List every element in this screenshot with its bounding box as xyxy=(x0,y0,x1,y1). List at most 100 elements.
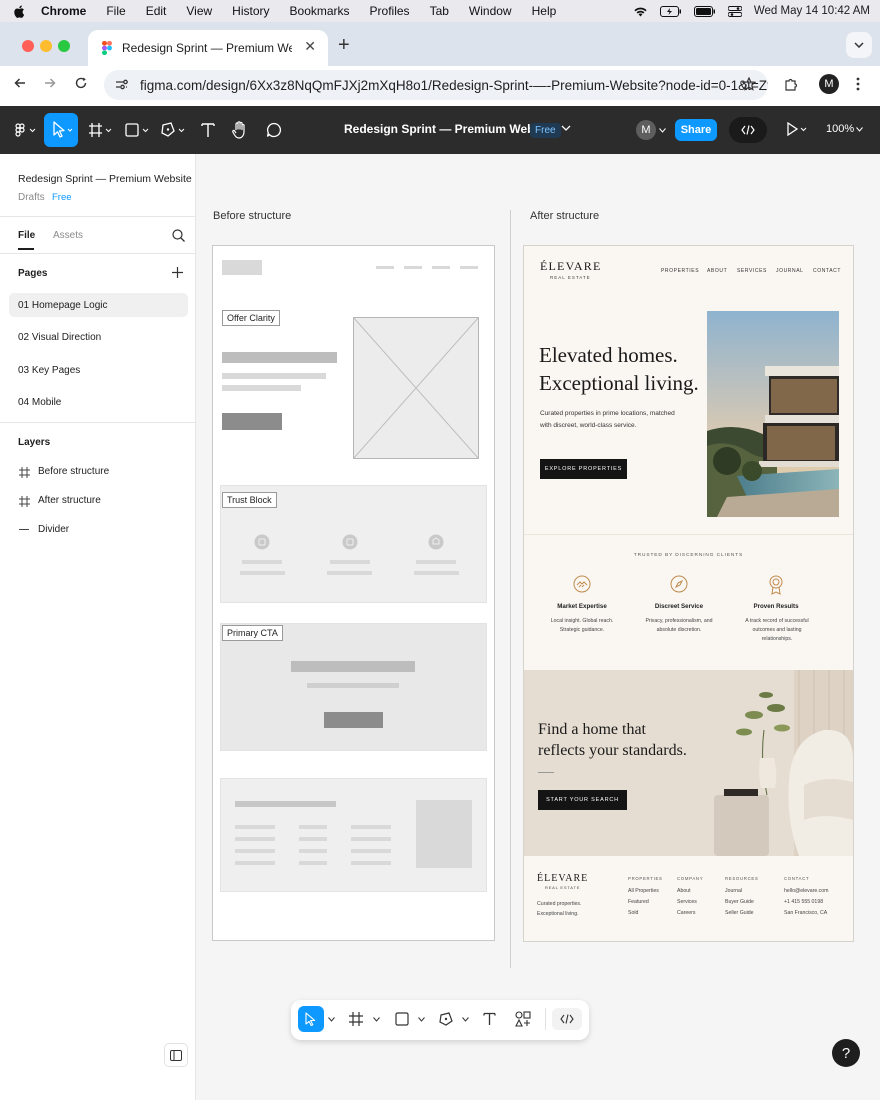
menu-file[interactable]: File xyxy=(106,4,125,18)
new-tab-button[interactable]: + xyxy=(338,34,350,57)
panel-file-name[interactable]: Redesign Sprint — Premium Website xyxy=(18,173,192,185)
footer-link-about[interactable]: About xyxy=(677,887,691,896)
file-location[interactable]: Drafts xyxy=(18,192,45,203)
layer-divider[interactable]: Divider xyxy=(38,524,69,535)
hand-tool-icon[interactable] xyxy=(232,118,248,142)
menu-app-chrome[interactable]: Chrome xyxy=(41,4,86,18)
panel-layout-toggle-icon[interactable] xyxy=(164,1043,188,1067)
explore-properties-button[interactable]: EXPLORE PROPERTIES xyxy=(540,459,627,479)
nav-journal[interactable]: JOURNAL xyxy=(776,268,804,274)
layer-before-structure[interactable]: Before structure xyxy=(38,466,109,477)
maximize-window-button[interactable] xyxy=(58,40,70,52)
page-item-visual-direction[interactable]: 02 Visual Direction xyxy=(18,332,101,343)
text-tool-icon[interactable] xyxy=(201,118,215,142)
tab-search-button[interactable] xyxy=(846,32,872,58)
chevron-down-icon[interactable] xyxy=(418,1017,425,1022)
move-tool-button-bottom[interactable] xyxy=(298,1006,324,1032)
nav-properties[interactable]: PROPERTIES xyxy=(661,268,699,274)
pen-tool-icon[interactable] xyxy=(161,118,187,142)
pen-tool-icon[interactable] xyxy=(439,1012,454,1026)
present-play-icon[interactable] xyxy=(786,122,808,136)
apple-icon[interactable] xyxy=(14,5,25,18)
user-avatar[interactable]: M xyxy=(636,120,656,140)
start-your-search-button[interactable]: START YOUR SEARCH xyxy=(538,790,627,810)
footer-link-journal[interactable]: Journal xyxy=(725,887,742,896)
after-structure-label[interactable]: After structure xyxy=(530,210,599,222)
tab-assets[interactable]: Assets xyxy=(53,230,83,241)
figma-main-menu-icon[interactable] xyxy=(15,118,37,142)
before-structure-label[interactable]: Before structure xyxy=(213,210,291,222)
menu-tab[interactable]: Tab xyxy=(430,4,449,18)
footer-link-careers[interactable]: Careers xyxy=(677,909,695,918)
site-settings-icon[interactable] xyxy=(115,78,128,91)
panel-plan-badge[interactable]: Free xyxy=(52,192,72,203)
menu-profiles[interactable]: Profiles xyxy=(370,4,410,18)
menu-help[interactable]: Help xyxy=(532,4,557,18)
footer-contact-phone[interactable]: +1 415 555 0198 xyxy=(784,898,823,907)
footer-link-services[interactable]: Services xyxy=(677,898,697,907)
footer-contact-email[interactable]: hello@elevare.com xyxy=(784,887,828,896)
reload-icon[interactable] xyxy=(75,77,87,89)
forward-arrow-icon[interactable] xyxy=(44,77,56,89)
dev-mode-button[interactable] xyxy=(552,1008,582,1030)
add-page-plus-icon[interactable] xyxy=(172,267,183,278)
chrome-menu-icon[interactable] xyxy=(856,77,860,91)
file-title[interactable]: Redesign Sprint — Premium Website xyxy=(344,122,555,136)
battery-charging-icon[interactable] xyxy=(659,5,682,17)
page-item-mobile[interactable]: 04 Mobile xyxy=(18,397,61,408)
rectangle-tool-icon[interactable] xyxy=(395,1012,409,1026)
zoom-chevron-icon[interactable] xyxy=(856,127,863,132)
search-icon[interactable] xyxy=(172,229,185,242)
footer-logo[interactable]: ÉLEVARE xyxy=(537,873,588,884)
chevron-down-icon[interactable] xyxy=(328,1017,335,1022)
menu-view[interactable]: View xyxy=(186,4,212,18)
back-arrow-icon[interactable] xyxy=(14,77,26,89)
profile-avatar[interactable]: M xyxy=(819,74,839,94)
move-tool-button[interactable] xyxy=(44,113,78,147)
frame-tool-icon[interactable] xyxy=(88,118,114,142)
plan-badge[interactable]: Free xyxy=(530,123,561,138)
wifi-icon[interactable] xyxy=(633,6,648,17)
resources-shapes-icon[interactable] xyxy=(515,1011,531,1027)
chevron-down-icon[interactable] xyxy=(373,1017,380,1022)
url-text[interactable]: figma.com/design/6Xx3z8NqQmFJXj2mXqH8o1/… xyxy=(140,78,768,93)
frame-tool-icon[interactable] xyxy=(349,1012,363,1026)
tag-trust-block[interactable]: Trust Block xyxy=(222,492,277,508)
menu-window[interactable]: Window xyxy=(469,4,512,18)
help-button[interactable]: ? xyxy=(832,1039,860,1067)
control-center-icon[interactable] xyxy=(727,5,742,17)
divider-line[interactable] xyxy=(510,210,511,968)
nav-services[interactable]: SERVICES xyxy=(737,268,767,274)
layer-after-structure[interactable]: After structure xyxy=(38,495,101,506)
comment-tool-icon[interactable] xyxy=(266,118,282,142)
page-item-key-pages[interactable]: 03 Key Pages xyxy=(18,365,80,376)
tab-file[interactable]: File xyxy=(18,230,35,241)
footer-link-all-properties[interactable]: All Properties xyxy=(628,887,659,896)
footer-link-sold[interactable]: Sold xyxy=(628,909,638,918)
page-item-homepage-logic[interactable]: 01 Homepage Logic xyxy=(18,300,108,311)
nav-contact[interactable]: CONTACT xyxy=(813,268,841,274)
address-bar[interactable]: figma.com/design/6Xx3z8NqQmFJXj2mXqH8o1/… xyxy=(104,70,768,100)
text-tool-icon[interactable] xyxy=(483,1012,496,1026)
nav-about[interactable]: ABOUT xyxy=(707,268,727,274)
close-tab-icon[interactable]: ✕ xyxy=(304,38,316,55)
chevron-down-icon[interactable] xyxy=(561,125,571,131)
menubar-clock[interactable]: Wed May 14 10:42 AM xyxy=(754,5,870,17)
close-window-button[interactable] xyxy=(22,40,34,52)
extensions-puzzle-icon[interactable] xyxy=(784,77,798,91)
menu-edit[interactable]: Edit xyxy=(146,4,167,18)
tag-offer-clarity[interactable]: Offer Clarity xyxy=(222,310,280,326)
tag-primary-cta[interactable]: Primary CTA xyxy=(222,625,283,641)
bookmark-star-icon[interactable] xyxy=(742,77,756,91)
footer-link-buyer-guide[interactable]: Buyer Guide xyxy=(725,898,754,907)
rectangle-tool-icon[interactable] xyxy=(125,118,151,142)
minimize-window-button[interactable] xyxy=(40,40,52,52)
menu-history[interactable]: History xyxy=(232,4,269,18)
footer-link-featured[interactable]: Featured xyxy=(628,898,649,907)
footer-link-seller-guide[interactable]: Seller Guide xyxy=(725,909,754,918)
brand-logo[interactable]: ÉLEVARE xyxy=(540,259,602,274)
zoom-level[interactable]: 100% xyxy=(826,123,854,135)
browser-tab-active[interactable]: Redesign Sprint — Premium Website ✕ xyxy=(88,30,328,66)
battery-icon[interactable] xyxy=(693,5,716,17)
avatar-chevron-icon[interactable] xyxy=(659,128,666,133)
